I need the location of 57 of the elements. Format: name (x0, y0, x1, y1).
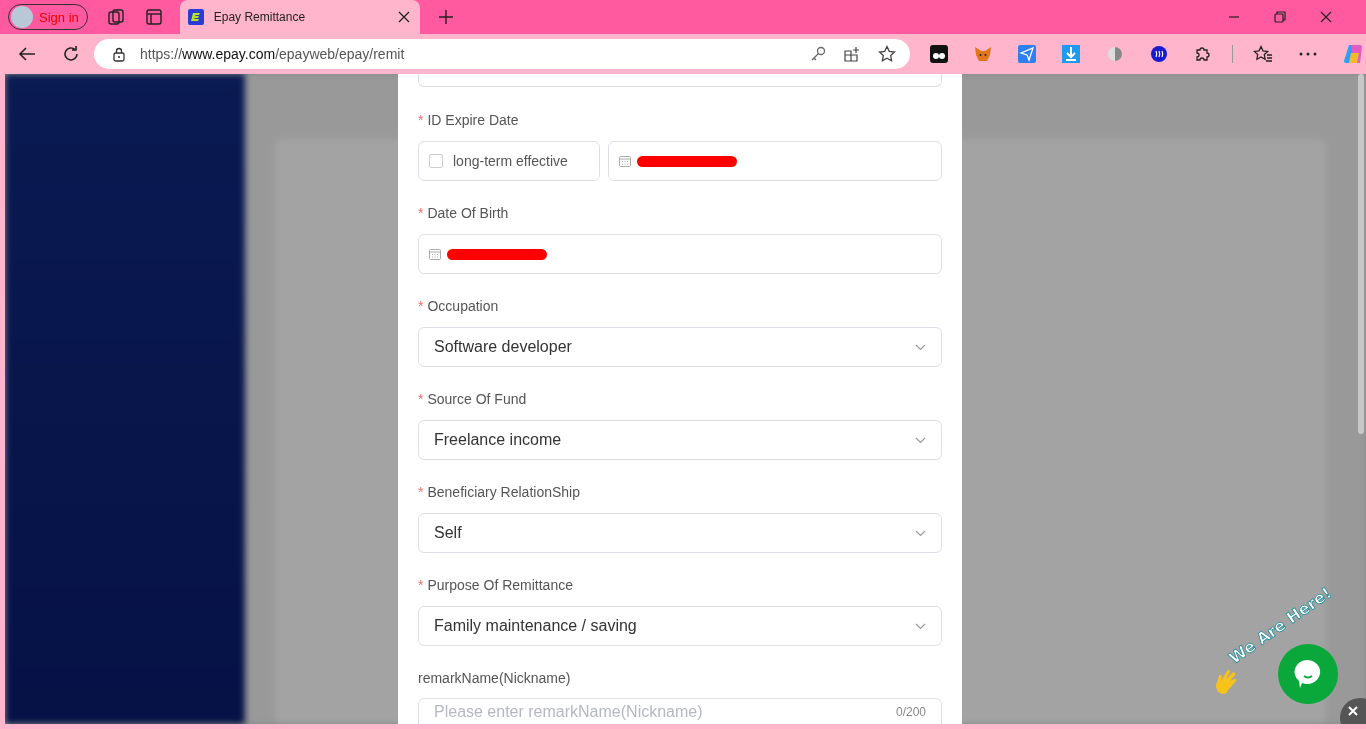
date-field[interactable] (608, 141, 942, 181)
select-field[interactable]: Freelance income (418, 420, 942, 460)
close-icon (1348, 706, 1358, 716)
calendar-icon (619, 155, 631, 167)
required-asterisk: * (418, 205, 424, 221)
avatar-icon (11, 6, 33, 28)
field-label: * Occupation (418, 297, 500, 316)
nickname-field[interactable]: Please enter remarkName(Nickname) 0/200 (418, 698, 942, 724)
download-icon[interactable] (1062, 45, 1080, 63)
mask-icon[interactable] (930, 45, 948, 63)
required-asterisk: * (418, 391, 424, 407)
required-asterisk: * (418, 112, 424, 128)
more-icon[interactable] (1299, 52, 1317, 56)
select-field[interactable]: Family maintenance / saving (418, 606, 942, 646)
tab-actions-icon[interactable] (143, 7, 164, 27)
chat-bubble-icon (1294, 659, 1322, 689)
back-arrow-icon[interactable] (18, 46, 36, 62)
site-logo-icon (187, 9, 204, 25)
chevron-down-icon (915, 436, 926, 444)
field-label: * Purpose Of Remittance (418, 576, 574, 595)
reload-icon[interactable] (62, 45, 80, 63)
workspaces-icon[interactable] (105, 7, 126, 27)
fox-icon[interactable] (974, 45, 992, 63)
circle-icon[interactable] (1106, 45, 1124, 63)
required-asterisk: * (418, 298, 424, 314)
lock-icon (112, 46, 126, 62)
scrollbar[interactable] (1358, 74, 1364, 434)
date-field[interactable] (418, 234, 942, 274)
paper-plane-icon[interactable] (1018, 45, 1036, 63)
calendar-icon (429, 248, 441, 260)
close-icon[interactable] (1320, 11, 1332, 23)
star-icon[interactable] (878, 45, 896, 63)
puzzle-icon[interactable] (1194, 45, 1212, 63)
chevron-down-icon (915, 622, 926, 630)
add-app-icon[interactable] (844, 46, 860, 62)
field-label: * Date Of Birth (418, 204, 510, 223)
browser-tab[interactable]: Epay Remittance (179, 0, 420, 34)
select-field[interactable]: Software developer (418, 327, 942, 367)
field-label: * Source Of Fund (418, 390, 528, 409)
field-label: remarkName(Nickname) (418, 669, 572, 688)
chevron-down-icon (915, 529, 926, 537)
field-label: * Beneficiary RelationShip (418, 483, 581, 502)
url-text: https://www.epay.com/epayweb/epay/remit (140, 46, 405, 62)
coin-icon[interactable] (1150, 45, 1168, 63)
new-tab-icon[interactable] (437, 9, 454, 25)
input-field[interactable] (418, 74, 942, 87)
required-asterisk: * (418, 577, 424, 593)
address-bar[interactable]: https://www.epay.com/epayweb/epay/remit (94, 39, 910, 69)
required-asterisk: * (418, 484, 424, 500)
chevron-down-icon (915, 343, 926, 351)
key-icon[interactable] (810, 46, 826, 62)
field-label: * ID Expire Date (418, 111, 520, 130)
select-field[interactable]: Self (418, 513, 942, 553)
restore-icon[interactable] (1274, 11, 1286, 23)
favorites-icon[interactable] (1253, 45, 1273, 63)
close-icon[interactable] (397, 11, 410, 23)
long-term-checkbox[interactable]: long-term effective (418, 141, 600, 181)
